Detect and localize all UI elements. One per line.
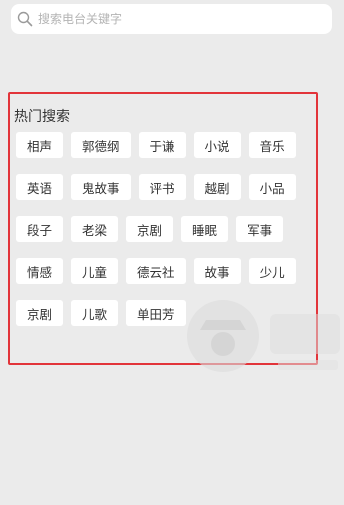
- hot-search-tags: 相声 郭德纲 于谦 小说 音乐 英语 鬼故事 评书 越剧 小品 段子 老梁 京剧…: [16, 132, 316, 326]
- search-icon: [17, 11, 33, 27]
- hot-search-tag[interactable]: 于谦: [138, 132, 186, 158]
- hot-search-tag[interactable]: 单田芳: [126, 300, 186, 326]
- tag-row: 情感 儿童 德云社 故事 少儿: [16, 258, 316, 284]
- hot-search-tag[interactable]: 老梁: [71, 216, 119, 242]
- hot-search-tag[interactable]: 鬼故事: [71, 174, 131, 200]
- search-input[interactable]: [38, 12, 308, 26]
- hot-search-tag[interactable]: 英语: [16, 174, 64, 200]
- hot-search-tag[interactable]: 儿童: [71, 258, 119, 284]
- hot-search-tag[interactable]: 越剧: [193, 174, 241, 200]
- hot-search-title: 热门搜索: [14, 109, 70, 125]
- tag-row: 英语 鬼故事 评书 越剧 小品: [16, 174, 316, 200]
- hot-search-tag[interactable]: 相声: [16, 132, 64, 158]
- hot-search-tag[interactable]: 军事: [236, 216, 284, 242]
- hot-search-tag[interactable]: 德云社: [126, 258, 186, 284]
- hot-search-tag[interactable]: 小说: [193, 132, 241, 158]
- hot-search-section: 热门搜索 相声 郭德纲 于谦 小说 音乐 英语 鬼故事 评书 越剧 小品 段子 …: [8, 92, 318, 365]
- hot-search-tag[interactable]: 郭德纲: [71, 132, 131, 158]
- hot-search-tag[interactable]: 京剧: [126, 216, 174, 242]
- hot-search-tag[interactable]: 音乐: [248, 132, 296, 158]
- hot-search-tag[interactable]: 评书: [138, 174, 186, 200]
- hot-search-tag[interactable]: 故事: [193, 258, 241, 284]
- hot-search-tag[interactable]: 少儿: [248, 258, 296, 284]
- hot-search-tag[interactable]: 情感: [16, 258, 64, 284]
- tag-row: 京剧 儿歌 单田芳: [16, 300, 316, 326]
- hot-search-tag[interactable]: 京剧: [16, 300, 64, 326]
- tag-row: 段子 老梁 京剧 睡眠 军事: [16, 216, 316, 242]
- hot-search-tag[interactable]: 儿歌: [71, 300, 119, 326]
- hot-search-tag[interactable]: 段子: [16, 216, 64, 242]
- tag-row: 相声 郭德纲 于谦 小说 音乐: [16, 132, 316, 158]
- hot-search-tag[interactable]: 小品: [248, 174, 296, 200]
- search-bar[interactable]: [11, 4, 332, 34]
- hot-search-tag[interactable]: 睡眠: [181, 216, 229, 242]
